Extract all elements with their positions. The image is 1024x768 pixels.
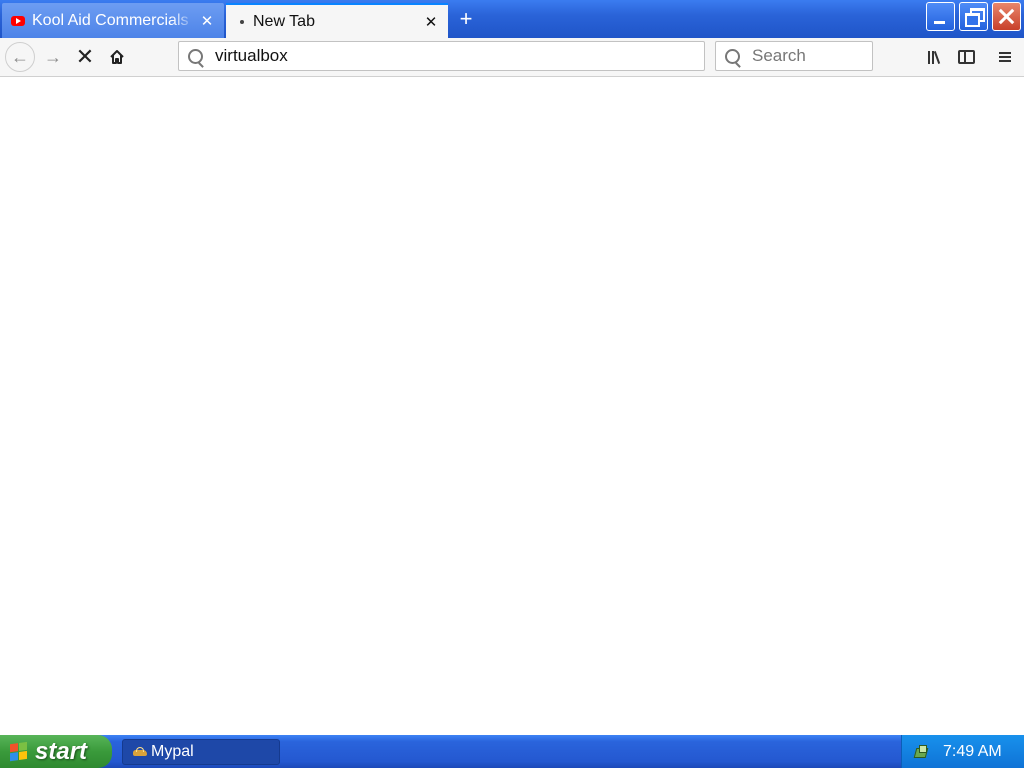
page-content[interactable] bbox=[0, 77, 1024, 735]
url-bar[interactable]: virtualbox bbox=[178, 41, 705, 71]
home-button[interactable] bbox=[102, 42, 132, 72]
forward-button[interactable]: → bbox=[38, 42, 68, 72]
minimize-button[interactable] bbox=[926, 2, 955, 31]
system-tray: 7:49 AM bbox=[901, 735, 1024, 768]
tab-title: New Tab bbox=[253, 12, 315, 30]
tab-title: Kool Aid Commercials bbox=[32, 11, 189, 29]
sidebar-button[interactable] bbox=[952, 43, 980, 71]
home-icon bbox=[110, 50, 124, 64]
taskbar: start Mypal 7:49 AM bbox=[0, 735, 1024, 768]
close-window-button[interactable] bbox=[992, 2, 1021, 31]
url-input[interactable]: virtualbox bbox=[215, 46, 288, 66]
search-bar[interactable]: Search bbox=[715, 41, 873, 71]
stop-button[interactable]: ✕ bbox=[70, 42, 100, 72]
loading-icon bbox=[240, 19, 244, 24]
search-input[interactable]: Search bbox=[752, 46, 806, 66]
mypal-icon bbox=[133, 747, 147, 757]
clock[interactable]: 7:49 AM bbox=[943, 743, 1002, 761]
sidebar-icon bbox=[957, 50, 975, 64]
search-icon bbox=[188, 48, 203, 64]
restore-button[interactable] bbox=[959, 2, 988, 31]
tab-new-tab[interactable]: New Tab ✕ bbox=[226, 3, 448, 38]
back-arrow-icon: ← bbox=[11, 46, 29, 67]
stop-icon: ✕ bbox=[75, 44, 95, 69]
navigation-toolbar: ← → ✕ virtualbox Search bbox=[0, 38, 1024, 77]
library-icon bbox=[933, 50, 941, 64]
close-tab-icon[interactable]: ✕ bbox=[420, 11, 442, 33]
start-button[interactable]: start bbox=[0, 735, 112, 768]
windows-logo-icon bbox=[10, 741, 28, 762]
title-bar: Kool Aid Commercials ✕ New Tab ✕ + bbox=[0, 0, 1024, 38]
taskbar-item-label: Mypal bbox=[151, 743, 194, 760]
search-icon bbox=[725, 48, 740, 64]
taskbar-item-mypal[interactable]: Mypal bbox=[122, 739, 280, 765]
new-tab-button[interactable]: + bbox=[453, 6, 479, 32]
youtube-icon bbox=[11, 15, 25, 26]
library-button[interactable] bbox=[920, 43, 948, 71]
start-label: start bbox=[35, 737, 88, 765]
back-button[interactable]: ← bbox=[5, 42, 35, 72]
network-icon[interactable] bbox=[914, 744, 928, 759]
hamburger-menu-button[interactable] bbox=[991, 43, 1019, 71]
tab-kool-aid[interactable]: Kool Aid Commercials ✕ bbox=[2, 3, 224, 38]
close-tab-icon[interactable]: ✕ bbox=[196, 10, 218, 32]
hamburger-menu-icon bbox=[999, 56, 1011, 58]
forward-arrow-icon: → bbox=[44, 46, 62, 67]
